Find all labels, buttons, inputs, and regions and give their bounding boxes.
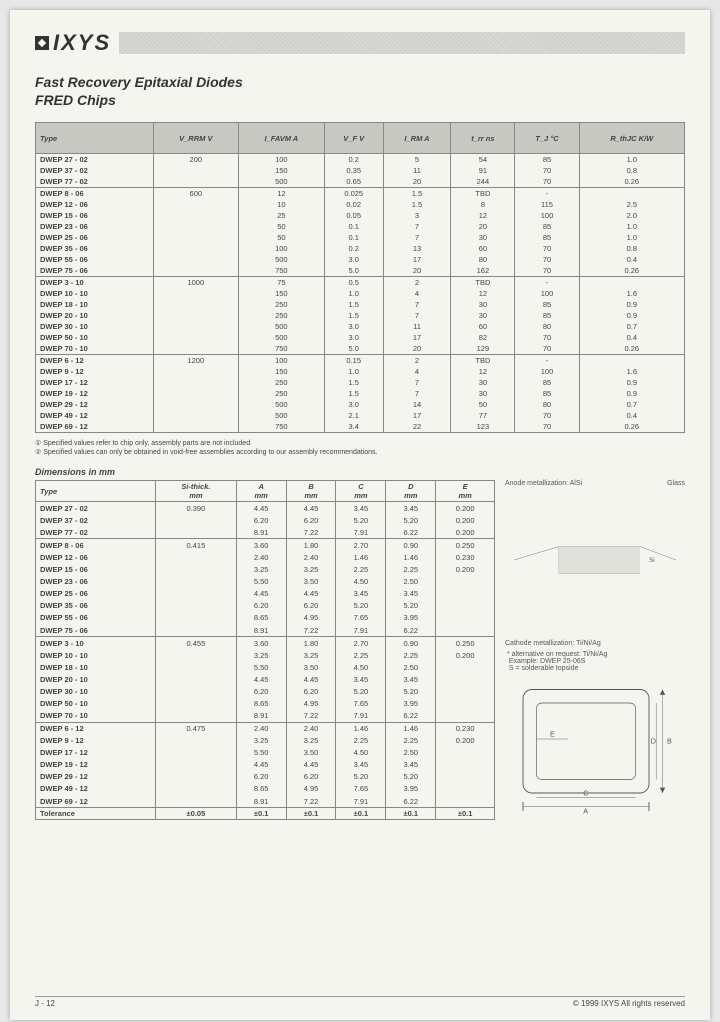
- electrical-table: TypeV_RRM VI_FAVM AV_F VI_RM At_rr nsT_J…: [35, 122, 685, 433]
- page-subtitle: FRED Chips: [35, 92, 685, 108]
- ixys-logo-icon: [35, 36, 49, 50]
- dimensions-table: TypeSi-thick.mmAmmBmmCmmDmmEmm DWEP 27 -…: [35, 480, 495, 820]
- svg-text:C: C: [583, 789, 588, 798]
- header-decoration: [119, 32, 685, 54]
- dimensions-heading: Dimensions in mm: [35, 467, 685, 477]
- brand-name: IXYS: [53, 30, 111, 56]
- page-title: Fast Recovery Epitaxial Diodes: [35, 74, 685, 90]
- page-number: J - 12: [35, 999, 55, 1008]
- svg-text:E: E: [550, 729, 555, 738]
- chip-diagram: Anode metallization: AlSiGlass Si Cathod…: [505, 480, 685, 820]
- svg-text:D: D: [651, 737, 656, 746]
- svg-text:A: A: [583, 807, 588, 816]
- svg-text:Si: Si: [649, 557, 655, 564]
- table-notes: ① Specified values refer to chip only, a…: [35, 439, 685, 457]
- svg-text:B: B: [667, 737, 672, 746]
- copyright: © 1999 IXYS All rights reserved: [573, 999, 685, 1008]
